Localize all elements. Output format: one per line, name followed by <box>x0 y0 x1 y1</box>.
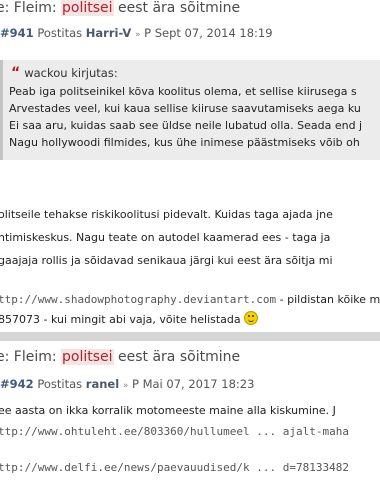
smiley-icon <box>244 311 259 325</box>
post-meta: #942 Postitas ranel » P Mai 07, 2017 18:… <box>0 377 254 391</box>
external-link[interactable]: ttp://www.ohtuleht.ee/803360/hullumeel .… <box>0 425 349 438</box>
post-body-line: htimiskeskus. Nagu teate on autodel kaam… <box>0 231 331 244</box>
post-separator <box>0 332 380 341</box>
arrow-right-icon: » <box>134 30 141 40</box>
quote-header: “wackou kirjutas: <box>11 65 118 81</box>
post-meta: #941 Postitas Harri-V » P Sept 07, 2014 … <box>0 26 273 40</box>
quote-block: “wackou kirjutas: Peab iga politseinikel… <box>0 60 380 160</box>
post-body-line: gaajaja rollis ja sõidavad senikaua järg… <box>0 254 333 267</box>
arrow-right-icon: » <box>122 381 129 391</box>
search-highlight: politsei <box>61 0 114 16</box>
post-date: P Sept 07, 2014 18:19 <box>144 26 273 40</box>
post-body-line: olitseile tehakse riskikoolitusi pideval… <box>0 208 333 221</box>
signature-line: 857073 - kui mingit abi vaja, võite heli… <box>0 311 259 326</box>
quote-icon: “ <box>11 65 21 81</box>
author-link[interactable]: ranel <box>86 377 119 391</box>
post-date: P Mai 07, 2017 18:23 <box>131 377 255 391</box>
post-body-line: ee aasta on ikka korralik motomeeste mai… <box>0 404 336 417</box>
external-link[interactable]: ttp://www.delfi.ee/news/paevauudised/k .… <box>0 461 349 474</box>
signature-link[interactable]: ttp://www.shadowphotography.deviantart.c… <box>0 293 276 306</box>
post-941: e: Fleim: politsei eest ära sõitmine #94… <box>0 0 380 332</box>
post-number-link[interactable]: #941 <box>0 26 34 40</box>
search-highlight: politsei <box>61 349 114 365</box>
quote-line: Arvestades veel, kui kaua sellise kiirus… <box>9 102 361 115</box>
quote-author: wackou kirjutas: <box>24 66 118 80</box>
signature: ttp://www.shadowphotography.deviantart.c… <box>0 293 380 306</box>
quote-line: Nagu hollywoodi filmides, kus ühe inimes… <box>9 136 360 149</box>
signature-text: - pildistan kõike m <box>276 293 380 306</box>
author-link[interactable]: Harri-V <box>86 26 132 40</box>
post-number-link[interactable]: #942 <box>0 377 34 391</box>
post-title[interactable]: e: Fleim: politsei eest ära sõitmine <box>0 349 240 365</box>
post-942: e: Fleim: politsei eest ära sõitmine #94… <box>0 341 380 489</box>
posted-label: Postitas <box>37 377 83 391</box>
posted-label: Postitas <box>37 26 83 40</box>
quote-line: Ei saa aru, kuidas saab see üldse neile … <box>9 119 363 132</box>
post-title[interactable]: e: Fleim: politsei eest ära sõitmine <box>0 0 240 16</box>
quote-line: Peab iga politseinikel kõva koolitus ole… <box>9 85 357 98</box>
